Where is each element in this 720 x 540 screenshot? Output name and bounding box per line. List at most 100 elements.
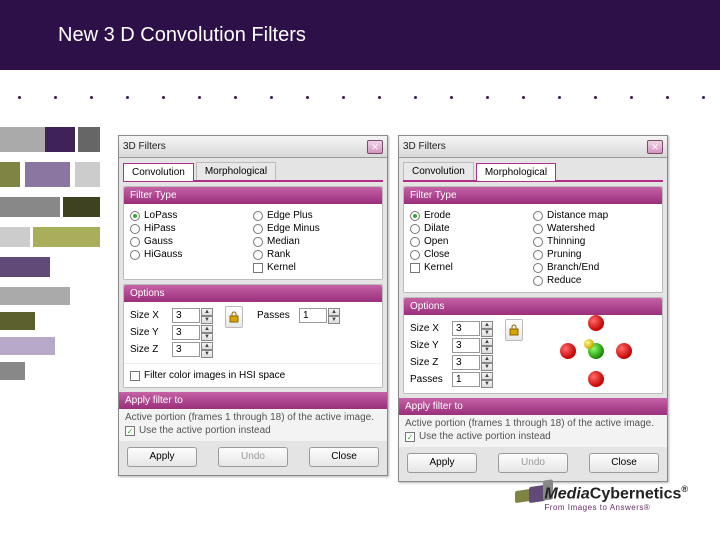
tab-morphological[interactable]: Morphological <box>196 162 276 180</box>
radio-label: Pruning <box>547 249 581 260</box>
input-sizex[interactable]: 3 <box>172 308 200 323</box>
dialog-3d-filters-convolution: 3D Filters ✕ Convolution Morphological F… <box>118 135 388 476</box>
label-sizex: Size X <box>130 310 172 321</box>
input-passes[interactable]: 1 <box>452 372 480 387</box>
group-options: Options Size X3▲▼ Size Y3▲▼ Size Z3▲▼ Pa… <box>123 284 383 388</box>
radio-rank[interactable]: Rank <box>253 249 376 260</box>
radio-thinning[interactable]: Thinning <box>533 236 656 247</box>
close-icon[interactable]: ✕ <box>367 140 383 154</box>
input-sizey[interactable]: 3 <box>452 338 480 353</box>
radio-distancemap[interactable]: Distance map <box>533 210 656 221</box>
group-head-filter: Filter Type <box>404 187 662 204</box>
radio-gauss[interactable]: Gauss <box>130 236 253 247</box>
check-label: Use the active portion instead <box>139 425 271 436</box>
apply-button[interactable]: Apply <box>127 447 197 467</box>
decorative-color-blocks <box>0 112 120 432</box>
input-sizez[interactable]: 3 <box>172 342 200 357</box>
tab-convolution[interactable]: Convolution <box>123 163 194 181</box>
label-sizey: Size Y <box>130 327 172 338</box>
radio-label: Edge Minus <box>267 223 320 234</box>
dialog-3d-filters-morphological: 3D Filters ✕ Convolution Morphological F… <box>398 135 668 482</box>
radio-edgeminus[interactable]: Edge Minus <box>253 223 376 234</box>
spinner-sizez[interactable]: ▲▼ <box>201 342 213 357</box>
tab-convolution[interactable]: Convolution <box>403 162 474 180</box>
spinner-passes[interactable]: ▲▼ <box>328 308 340 323</box>
radio-higauss[interactable]: HiGauss <box>130 249 253 260</box>
radio-lopass[interactable]: LoPass <box>130 210 253 221</box>
undo-button[interactable]: Undo <box>498 453 568 473</box>
close-button[interactable]: Close <box>589 453 659 473</box>
close-button[interactable]: Close <box>309 447 379 467</box>
radio-label: Erode <box>424 210 451 221</box>
group-filter-type: Filter Type LoPass HiPass Gauss HiGauss … <box>123 186 383 280</box>
radio-pruning[interactable]: Pruning <box>533 249 656 260</box>
radio-median[interactable]: Median <box>253 236 376 247</box>
radio-dilate[interactable]: Dilate <box>410 223 533 234</box>
spinner-passes[interactable]: ▲▼ <box>481 372 493 387</box>
label-passes: Passes <box>257 310 299 321</box>
check-kernel[interactable]: Kernel <box>410 262 533 273</box>
radio-hipass[interactable]: HiPass <box>130 223 253 234</box>
titlebar[interactable]: 3D Filters ✕ <box>119 136 387 158</box>
radio-label: Dilate <box>424 223 450 234</box>
radio-label: Open <box>424 236 448 247</box>
radio-reduce[interactable]: Reduce <box>533 275 656 286</box>
label-passes: Passes <box>410 374 452 385</box>
label-sizez: Size Z <box>130 344 172 355</box>
radio-open[interactable]: Open <box>410 236 533 247</box>
apply-text: Active portion (frames 1 through 18) of … <box>405 418 661 429</box>
radio-close[interactable]: Close <box>410 249 533 260</box>
logo-cyber: Cybernetics <box>590 485 682 502</box>
undo-button[interactable]: Undo <box>218 447 288 467</box>
check-hsi[interactable]: Filter color images in HSI space <box>130 370 376 381</box>
radio-branchend[interactable]: Branch/End <box>533 262 656 273</box>
input-sizex[interactable]: 3 <box>452 321 480 336</box>
spinner-sizex[interactable]: ▲▼ <box>201 308 213 323</box>
titlebar[interactable]: 3D Filters ✕ <box>399 136 667 158</box>
radio-label: Reduce <box>547 275 581 286</box>
check-kernel[interactable]: Kernel <box>253 262 376 273</box>
lock-xyz-icon[interactable] <box>225 306 243 328</box>
check-label: Kernel <box>424 262 453 273</box>
logo-media: Media <box>544 485 589 502</box>
apply-button[interactable]: Apply <box>407 453 477 473</box>
radio-label: Gauss <box>144 236 173 247</box>
radio-watershed[interactable]: Watershed <box>533 223 656 234</box>
tab-morphological[interactable]: Morphological <box>476 163 556 181</box>
group-head-filter: Filter Type <box>124 187 382 204</box>
label-sizey: Size Y <box>410 340 452 351</box>
logo-mediacybernetics: MediaCybernetics® From Images to Answers… <box>544 484 688 512</box>
decorative-dot-row <box>18 82 702 112</box>
close-icon[interactable]: ✕ <box>647 140 663 154</box>
logo-reg: ® <box>681 484 688 494</box>
radio-label: Rank <box>267 249 290 260</box>
group-head-apply: Apply filter to <box>399 398 667 415</box>
radio-edgeplus[interactable]: Edge Plus <box>253 210 376 221</box>
button-bar: Apply Undo Close <box>119 441 387 475</box>
lock-xyz-icon[interactable] <box>505 319 523 341</box>
spinner-sizez[interactable]: ▲▼ <box>481 355 493 370</box>
group-head-options: Options <box>404 298 662 315</box>
check-label: Use the active portion instead <box>419 431 551 442</box>
window-title: 3D Filters <box>403 141 647 152</box>
structuring-element-diagram <box>560 315 632 387</box>
label-sizez: Size Z <box>410 357 452 368</box>
check-use-active[interactable]: ✓Use the active portion instead <box>405 431 661 442</box>
radio-label: Watershed <box>547 223 595 234</box>
input-sizey[interactable]: 3 <box>172 325 200 340</box>
apply-text: Active portion (frames 1 through 18) of … <box>125 412 381 423</box>
input-sizez[interactable]: 3 <box>452 355 480 370</box>
spinner-sizey[interactable]: ▲▼ <box>481 338 493 353</box>
radio-label: Thinning <box>547 236 585 247</box>
radio-erode[interactable]: Erode <box>410 210 533 221</box>
spinner-sizey[interactable]: ▲▼ <box>201 325 213 340</box>
title-banner: New 3 D Convolution Filters <box>0 0 720 70</box>
check-use-active[interactable]: ✓Use the active portion instead <box>125 425 381 436</box>
check-label: Filter color images in HSI space <box>144 370 285 381</box>
label-sizex: Size X <box>410 323 452 334</box>
window-title: 3D Filters <box>123 141 367 152</box>
spinner-sizex[interactable]: ▲▼ <box>481 321 493 336</box>
tabstrip: Convolution Morphological <box>123 162 383 182</box>
input-passes[interactable]: 1 <box>299 308 327 323</box>
logo-tagline: From Images to Answers® <box>544 503 688 512</box>
